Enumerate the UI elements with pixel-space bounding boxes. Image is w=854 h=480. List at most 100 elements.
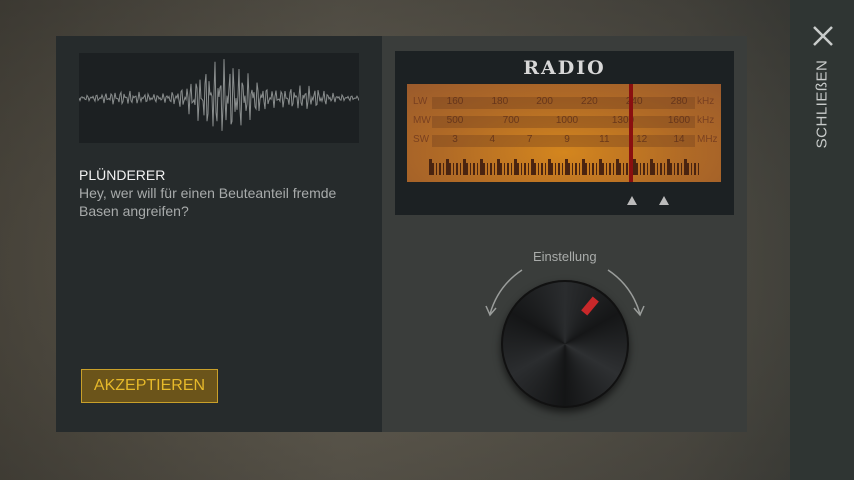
dial-tick <box>435 163 438 175</box>
dialog-message: Hey, wer will für einen Beuteanteil frem… <box>79 185 337 219</box>
dial-tick <box>517 163 519 175</box>
radio-display: RADIO LW kHz 160 180 200 220 240 280 MW kHz 500… <box>395 51 734 215</box>
dial-tick <box>619 163 621 175</box>
dial-tick <box>592 163 594 175</box>
frequency-label: 1600 <box>667 115 691 126</box>
dial-tick <box>582 159 585 175</box>
dial-tick <box>503 163 506 175</box>
band-row <box>432 97 695 109</box>
dial-tick <box>673 163 676 175</box>
dial-tick <box>493 163 496 175</box>
dial-tick <box>561 163 564 175</box>
dial-tick <box>541 163 543 175</box>
dial-tick <box>524 163 526 175</box>
dial-tick <box>588 163 591 175</box>
dial-tick <box>646 163 649 175</box>
dial-tick <box>510 163 513 175</box>
frequency-label: 160 <box>446 96 464 107</box>
dial-tick <box>626 163 628 175</box>
dial-tick <box>466 163 468 175</box>
radio-title: RADIO <box>523 57 606 79</box>
frequency-label: 14 <box>673 134 685 145</box>
dial-tick <box>514 159 517 175</box>
dial-tick <box>633 159 636 175</box>
dial-tick <box>571 163 574 175</box>
dial-tick <box>653 163 655 175</box>
dial-tick <box>578 163 581 175</box>
close-button[interactable]: SCHLIEßEN <box>814 60 831 149</box>
frequency-label: 11 <box>599 134 610 145</box>
dial-tick <box>609 163 611 175</box>
dial-tick <box>612 163 615 175</box>
band-unit: MHz <box>697 134 718 145</box>
dial-tick <box>565 159 568 175</box>
dial-tick <box>667 159 670 175</box>
dial-tick <box>585 163 587 175</box>
band-name: LW <box>413 96 428 107</box>
frequency-label: 500 <box>446 115 464 126</box>
dial-tick <box>697 163 700 175</box>
dial-tick <box>622 163 625 175</box>
frequency-label: 12 <box>636 134 648 145</box>
dial-tick <box>656 163 659 175</box>
frequency-label: 1000 <box>555 115 579 126</box>
dial-tick <box>446 159 449 175</box>
dial-tick <box>473 163 475 175</box>
frequency-label: 7 <box>526 134 533 145</box>
dial-tick <box>486 163 489 175</box>
accept-button[interactable]: AKZEPTIEREN <box>81 369 218 403</box>
dial-tick <box>537 163 540 175</box>
dial-tick <box>663 163 666 175</box>
dial-tick <box>595 163 598 175</box>
dial-tick <box>432 163 434 175</box>
dial-tick <box>480 159 483 175</box>
knob-indicator <box>581 296 599 316</box>
tuning-needle <box>629 84 634 182</box>
close-icon[interactable] <box>811 24 835 48</box>
dial-tick <box>497 159 500 175</box>
dial-tick <box>459 163 462 175</box>
dial-tick <box>554 163 557 175</box>
dial-tick <box>476 163 479 175</box>
frequency-label: 200 <box>536 96 553 107</box>
dial-tick <box>452 163 455 175</box>
tuning-knob[interactable] <box>501 280 629 408</box>
dial-tick <box>568 163 570 175</box>
dial-tick <box>684 159 687 175</box>
band-unit: kHz <box>697 96 715 107</box>
dial-tick <box>520 163 523 175</box>
marker-triangle-icon[interactable] <box>627 196 637 205</box>
dial-tick <box>544 163 547 175</box>
dial-tick <box>599 159 602 175</box>
dial-tick <box>687 163 689 175</box>
dial-tick <box>463 159 466 175</box>
frequency-label: 280 <box>670 96 688 107</box>
dial-tick <box>690 163 693 175</box>
dial-tick <box>490 163 492 175</box>
dial-tick <box>680 163 683 175</box>
band-name: SW <box>413 134 430 145</box>
dial-tick <box>694 163 696 175</box>
dial-tick <box>670 163 672 175</box>
dial-tick <box>575 163 577 175</box>
dial-tick <box>507 163 509 175</box>
dial-tick <box>650 159 653 175</box>
dial-tick <box>551 163 553 175</box>
dial-tick <box>469 163 472 175</box>
dial-tick <box>643 163 645 175</box>
dial-tick <box>449 163 451 175</box>
dial-tick <box>442 163 445 175</box>
dial-tick <box>500 163 502 175</box>
dial-tick <box>531 159 534 175</box>
marker-triangle-icon[interactable] <box>659 196 669 205</box>
dial-tick <box>456 163 458 175</box>
frequency-dial: LW kHz 160 180 200 220 240 280 MW kHz 500 700 100… <box>407 84 721 182</box>
band-name: MW <box>413 115 431 126</box>
band-unit: kHz <box>697 115 715 126</box>
audio-waveform <box>78 53 360 143</box>
dial-tick <box>439 163 441 175</box>
dial-tick <box>636 163 638 175</box>
dial-tick <box>602 163 604 175</box>
dial-tick <box>677 163 679 175</box>
dial-tick <box>558 163 560 175</box>
